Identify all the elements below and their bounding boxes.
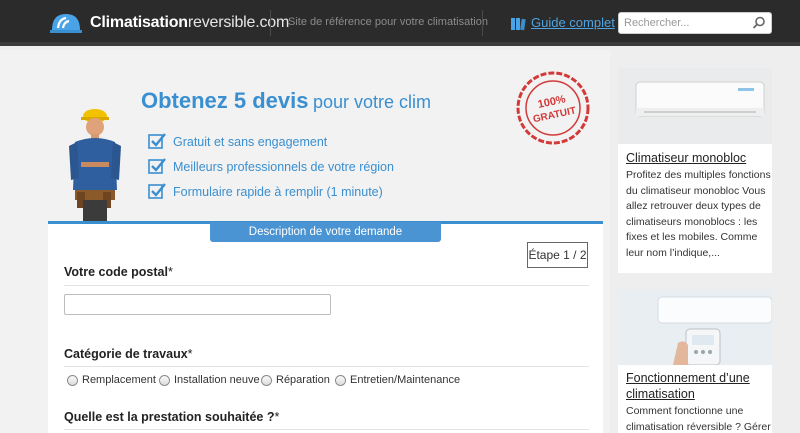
article-excerpt: Profitez des multiples fonctions du clim… [626,169,771,259]
benefit-item: Meilleurs professionnels de votre région [148,157,408,177]
category-label: Catégorie de travaux* [64,347,193,361]
search-input[interactable] [619,13,745,33]
postal-code-label-text: Votre code postal [64,265,168,279]
step-indicator: Étape 1 / 2 [527,242,588,268]
form-divider [64,429,589,430]
checkbox-checked-icon [148,158,166,174]
benefit-item: Gratuit et sans engagement [148,132,408,152]
radio-button[interactable] [159,375,170,386]
checkbox-checked-icon [148,183,166,199]
radio-label[interactable]: Réparation [276,374,330,386]
search-box [618,12,772,34]
hero-title-rest: pour votre clim [312,92,432,112]
radio-label[interactable]: Installation neuve [174,374,260,386]
postal-code-label: Votre code postal* [64,265,173,279]
logo-text: Climatisationreversible.com [90,14,289,32]
sidebar-article-card[interactable]: Climatiseur monobloc Profitez des multip… [618,68,772,273]
monobloc-ac-image [618,68,772,144]
site-logo[interactable]: Climatisationreversible.com [48,9,289,37]
required-mark: * [187,347,193,361]
free-stamp-badge: 100% GRATUIT [516,71,590,145]
logo-text-bold: Climatisation [90,14,188,31]
top-navigation-bar: Climatisationreversible.com Site de réfé… [0,0,800,46]
logo-text-suffix: .com [255,14,290,31]
required-mark: * [274,410,280,424]
header-divider [482,10,483,36]
article-title[interactable]: Climatiseur monobloc [626,150,746,166]
service-label-text: Quelle est la prestation souhaitée ? [64,410,275,424]
checkbox-checked-icon [148,133,166,149]
book-icon [511,18,526,31]
required-mark: * [167,265,173,279]
header-divider [270,10,271,36]
site-tagline: Site de référence pour votre climatisati… [288,16,488,28]
guide-link-label[interactable]: Guide complet [531,15,615,30]
radio-button[interactable] [67,375,78,386]
postal-code-input[interactable] [64,294,331,315]
radio-button[interactable] [335,375,346,386]
quote-form [48,221,603,433]
worker-illustration [69,109,121,223]
service-label: Quelle est la prestation souhaitée ?* [64,410,279,424]
benefit-text: Gratuit et sans engagement [173,135,328,149]
sidebar-article-card[interactable]: Fonctionnement d’une climatisation Comme… [618,289,772,433]
form-divider [64,285,589,286]
category-label-text: Catégorie de travaux [64,347,188,361]
hero-title-bold: Obtenez 5 devis [141,88,309,113]
radio-label[interactable]: Remplacement [82,374,156,386]
hero-title: Obtenez 5 devis pour votre clim [141,88,431,114]
benefit-text: Formulaire rapide à remplir (1 minute) [173,185,383,199]
logo-text-light: reversible [187,14,256,31]
form-divider [64,366,589,367]
article-excerpt: Comment fonctionne une climatisation rév… [626,405,771,433]
search-icon[interactable] [752,16,766,30]
radio-button[interactable] [261,375,272,386]
helmet-logo-icon [50,14,82,33]
benefit-item: Formulaire rapide à remplir (1 minute) [148,182,408,202]
radio-label[interactable]: Entretien/Maintenance [350,374,460,386]
form-tab-description: Description de votre demande [210,222,441,242]
remote-control-image [618,289,772,365]
article-title[interactable]: Fonctionnement d’une climatisation [626,370,772,402]
benefit-text: Meilleurs professionnels de votre région [173,160,394,174]
